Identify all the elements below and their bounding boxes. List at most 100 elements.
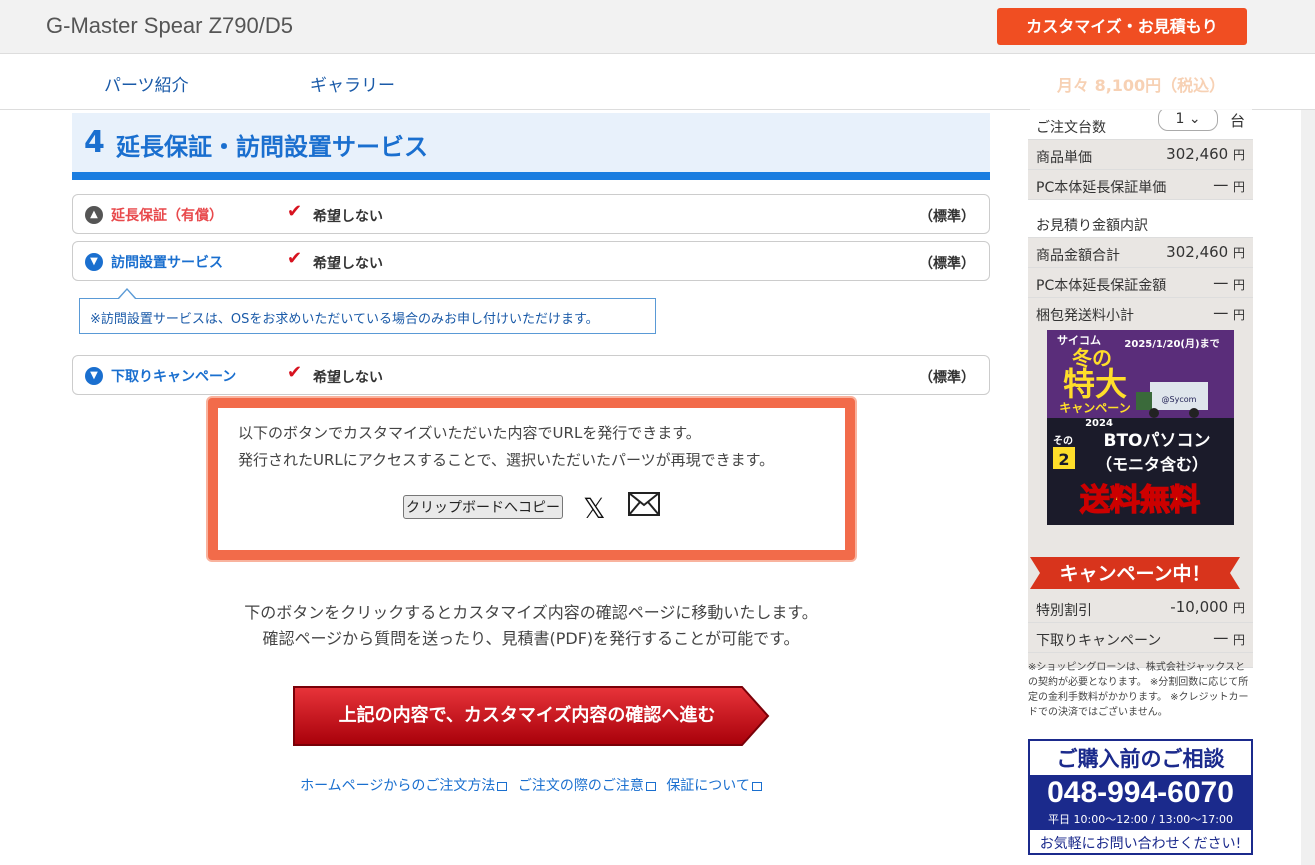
banner-bto: BTOパソコン: [1103, 431, 1210, 451]
monthly-price: 月々 8,100円（税込）: [1057, 76, 1226, 95]
breakdown-row: お見積り金額内訳: [1028, 208, 1253, 238]
section-divider: [72, 172, 990, 180]
unit-price-row: 商品単価 302,460 円: [1028, 140, 1253, 170]
section-title: 延長保証・訪問設置サービス: [116, 133, 428, 161]
ribbon-text: キャンペーン中！: [1059, 562, 1210, 585]
share-url-box: 以下のボタンでカスタマイズいただいた内容でURLを発行できます。 発行されたUR…: [208, 398, 855, 560]
note-pointer-inner: [119, 290, 135, 299]
qty-unit: 台: [1229, 112, 1245, 130]
shipping-value: 一 円: [1213, 305, 1245, 323]
option-value: 希望しない: [313, 370, 383, 386]
banner-monitor: （モニタ含む）: [1096, 455, 1208, 474]
banner-campaign: キャンペーン: [1059, 401, 1130, 415]
consultation-box[interactable]: ご購入前のご相談 048-994-6070 平日 10:00～12:00 / 1…: [1028, 739, 1253, 855]
copy-to-clipboard-button[interactable]: クリップボードへコピー: [403, 495, 563, 519]
triangle-up-icon: ▲: [85, 206, 103, 224]
tradein-row: 下取りキャンペーン 一 円: [1028, 623, 1253, 653]
breakdown-label: お見積り金額内訳: [1036, 218, 1148, 234]
option-label: 訪問設置サービス: [111, 255, 223, 271]
qty-value: 1: [1175, 111, 1185, 127]
visit-setup-note: ※訪問設置サービスは、OSをお求めいただいている場合のみお申し付けいただけます。: [79, 298, 656, 334]
consult-phone[interactable]: 048-994-6070: [1030, 776, 1251, 810]
link-text: ご注文の際のご注意: [517, 778, 644, 794]
option-label: 下取りキャンペーン: [111, 369, 237, 385]
nav-gallery[interactable]: ギャラリー: [310, 71, 395, 96]
consult-hours: 平日 10:00～12:00 / 13:00～17:00: [1048, 813, 1233, 826]
check-icon: ✔: [287, 362, 303, 383]
option-label: 延長保証（有償）: [111, 208, 223, 224]
option-standard: （標準）: [919, 370, 975, 386]
check-icon: ✔: [287, 201, 303, 222]
total-row: 商品金額合計 302,460 円: [1028, 238, 1253, 268]
option-row-visit-setup[interactable]: ▼ 訪問設置サービス ✔ 希望しない （標準）: [72, 241, 990, 281]
share-text-line1: 以下のボタンでカスタマイズいただいた内容でURLを発行できます。: [238, 424, 701, 442]
option-row-extended-warranty[interactable]: ▲ 延長保証（有償） ✔ 希望しない （標準）: [72, 194, 990, 234]
vertical-scrollbar[interactable]: [1301, 0, 1315, 865]
banner-big: 特大: [1063, 365, 1127, 403]
external-link-icon: [497, 781, 508, 791]
proceed-to-confirm-button[interactable]: 上記の内容で、カスタマイズ内容の確認へ進む: [292, 685, 772, 747]
cta-label: 上記の内容で、カスタマイズ内容の確認へ進む: [338, 705, 716, 726]
top-header: G-Master Spear Z790/D5 カスタマイズ・お見積もり: [0, 0, 1315, 54]
info-line2: 確認ページから質問を送ったり、見積書(PDF)を発行することが可能です。: [262, 629, 800, 648]
share-text-line2: 発行されたURLにアクセスすることで、選択いただいたパーツが再現できます。: [238, 451, 775, 469]
warranty-unit-row: PC本体延長保証単価 一 円: [1028, 170, 1253, 200]
warranty-total-label: PC本体延長保証金額: [1036, 278, 1167, 294]
total-label: 商品金額合計: [1036, 248, 1120, 264]
tradein-value: 一 円: [1213, 630, 1245, 648]
banner-art: @Sycom サイコム 2025/1/20(月)まで 冬の 特大 キャンペーン …: [1047, 330, 1234, 525]
link-text: 保証について: [666, 778, 750, 794]
sidebar-price-overlay: 月々 8,100円（税込）: [1030, 54, 1252, 110]
warranty-unit-value: 一 円: [1213, 177, 1245, 195]
banner-year: 2024: [1085, 418, 1113, 429]
external-link-icon: [645, 781, 656, 791]
warranty-total-value: 一 円: [1213, 275, 1245, 293]
consult-footer: お気軽にお問い合わせください!: [1039, 836, 1242, 852]
total-value: 302,460 円: [1166, 243, 1245, 261]
triangle-down-icon: ▼: [85, 253, 103, 271]
ribbon-shape: キャンペーン中！: [1030, 557, 1240, 589]
order-method-link[interactable]: ホームページからのご注文方法: [300, 778, 508, 794]
shipping-label: 梱包発送料小計: [1036, 308, 1134, 324]
qty-row: ご注文台数 1 ⌄ 台: [1028, 107, 1253, 140]
qty-select[interactable]: 1 ⌄: [1158, 107, 1218, 131]
option-value: 希望しない: [313, 209, 383, 225]
sub-navigation: パーツ紹介 ギャラリー 月々 8,100円（税込）: [0, 54, 1315, 110]
qty-label: ご注文台数: [1036, 120, 1106, 136]
order-caution-link[interactable]: ご注文の際のご注意: [518, 778, 656, 794]
banner-sono-num: 2: [1058, 450, 1069, 469]
winter-campaign-banner[interactable]: @Sycom サイコム 2025/1/20(月)まで 冬の 特大 キャンペーン …: [1047, 330, 1234, 525]
triangle-down-icon: ▼: [85, 367, 103, 385]
banner-date: 2025/1/20(月)まで: [1124, 338, 1219, 350]
mail-icon[interactable]: [628, 492, 660, 516]
check-icon: ✔: [287, 248, 303, 269]
x-share-icon[interactable]: 𝕏: [583, 492, 606, 525]
external-link-icon: [751, 781, 762, 791]
option-standard: （標準）: [919, 256, 975, 272]
footer-links: ホームページからのご注文方法 ご注文の際のご注意 保証について: [72, 775, 990, 795]
discount-value: -10,000 円: [1170, 598, 1245, 616]
link-text: ホームページからのご注文方法: [300, 778, 496, 794]
discount-row: 特別割引 -10,000 円: [1028, 593, 1253, 623]
banner-free-shipping: 送料無料: [1080, 483, 1200, 518]
warranty-unit-label: PC本体延長保証単価: [1036, 180, 1167, 196]
warranty-total-row: PC本体延長保証金額 一 円: [1028, 268, 1253, 298]
consult-title: ご購入前のご相談: [1056, 747, 1225, 771]
tradein-label: 下取りキャンペーン: [1036, 633, 1162, 649]
section-number: 4: [84, 125, 105, 160]
info-line1: 下のボタンをクリックするとカスタマイズ内容の確認ページに移動いたします。: [244, 603, 818, 622]
option-row-trade-in[interactable]: ▼ 下取りキャンペーン ✔ 希望しない （標準）: [72, 355, 990, 395]
option-value: 希望しない: [313, 256, 383, 272]
discount-label: 特別割引: [1036, 603, 1092, 619]
unit-price-label: 商品単価: [1036, 150, 1092, 166]
banner-sono: その: [1053, 435, 1073, 447]
product-title: G-Master Spear Z790/D5: [46, 13, 293, 38]
campaign-ribbon: キャンペーン中！: [1030, 553, 1240, 593]
option-standard: （標準）: [919, 209, 975, 225]
nav-parts[interactable]: パーツ紹介: [104, 71, 189, 96]
chevron-down-icon: ⌄: [1188, 111, 1201, 127]
truck-label: @Sycom: [1162, 395, 1197, 404]
customize-estimate-button[interactable]: カスタマイズ・お見積もり: [997, 8, 1247, 45]
section-heading: 4 延長保証・訪問設置サービス: [72, 113, 990, 173]
warranty-link[interactable]: 保証について: [666, 778, 762, 794]
